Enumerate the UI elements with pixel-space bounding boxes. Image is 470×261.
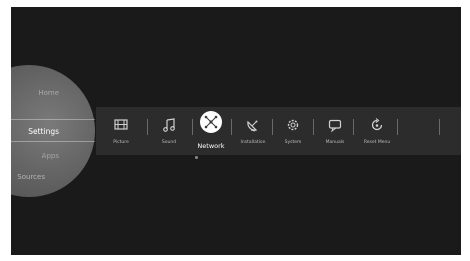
menu-divider [397, 119, 398, 135]
menu-item-network[interactable]: Network [190, 107, 232, 155]
music-note-icon [163, 118, 175, 132]
network-icon [204, 115, 218, 129]
menu-item-sound[interactable]: Sound [148, 107, 190, 155]
menu-item-system[interactable]: System [272, 107, 314, 155]
menu-item-manuals[interactable]: Manuals [314, 107, 356, 155]
satellite-dish-icon [247, 120, 258, 132]
menu-item-label: Installation [240, 140, 266, 145]
side-menu-wheel: Home Settings Apps Sources [11, 65, 95, 197]
menu-item-label: System [284, 140, 302, 145]
settings-menu-bar: Picture Sound Network Installation Syste… [96, 107, 461, 155]
side-menu-divider [11, 119, 95, 120]
chat-bubble-icon [328, 119, 342, 133]
menu-divider [439, 119, 440, 135]
side-menu-divider [11, 141, 95, 142]
menu-item-picture[interactable]: Picture [100, 107, 142, 155]
menu-item-reset-menu[interactable]: Reset Menu [356, 107, 398, 155]
menu-item-label: Network [197, 142, 225, 150]
picture-icon [114, 119, 128, 130]
reset-icon [371, 118, 383, 131]
tv-screen: Home Settings Apps Sources Picture Sound… [11, 7, 461, 255]
menu-item-label: Picture [113, 140, 129, 145]
gear-icon [287, 119, 299, 131]
focus-indicator [195, 156, 198, 159]
menu-item-installation[interactable]: Installation [232, 107, 274, 155]
side-menu-item-settings[interactable]: Settings [28, 127, 59, 136]
side-menu-item-sources[interactable]: Sources [17, 173, 45, 181]
side-menu-item-home[interactable]: Home [38, 89, 59, 97]
menu-item-label: Sound [161, 140, 177, 145]
menu-item-label: Reset Menu [363, 140, 391, 145]
side-menu-item-apps[interactable]: Apps [42, 152, 59, 160]
menu-item-label: Manuals [325, 140, 345, 145]
menu-divider [353, 119, 354, 135]
